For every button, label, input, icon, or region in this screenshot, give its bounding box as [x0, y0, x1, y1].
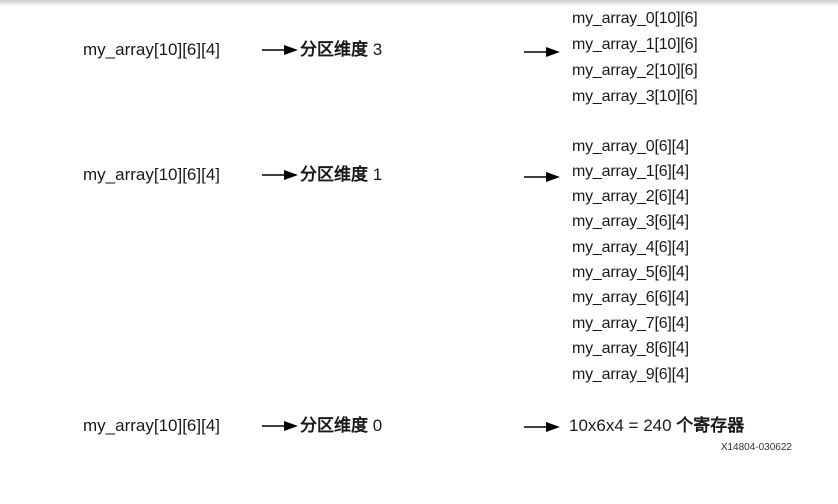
arrow-icon	[262, 421, 298, 431]
output-array: my_array_5[6][4]	[572, 264, 689, 281]
source-array: my_array[10][6][4]	[83, 40, 221, 59]
partition-label-text: 分区维度	[300, 416, 368, 436]
partition-label-text: 分区维度	[300, 165, 368, 185]
arrow-icon	[262, 170, 298, 180]
output-array: my_array_8[6][4]	[572, 340, 689, 357]
output-array: my_array_2[10][6]	[572, 62, 698, 79]
arrow-icon	[524, 422, 560, 432]
arrow-icon	[524, 172, 560, 182]
output-array: my_array_0[6][4]	[572, 138, 689, 155]
output-array: my_array_2[6][4]	[572, 188, 689, 205]
output-array: my_array_1[6][4]	[572, 163, 689, 180]
partition-label: 分区维度 1	[300, 165, 382, 185]
register-count: 10x6x4 = 240	[569, 416, 672, 435]
partition-dim-value: 1	[372, 165, 383, 184]
partition-label: 分区维度 0	[300, 416, 382, 436]
output-array: my_array_0[10][6]	[572, 10, 698, 27]
partition-label-text: 分区维度	[300, 40, 368, 60]
partition-label: 分区维度 3	[300, 40, 382, 60]
arrow-icon	[262, 45, 298, 55]
output-array: my_array_3[6][4]	[572, 213, 689, 230]
output-array: my_array_1[10][6]	[572, 36, 698, 53]
output-array: my_array_4[6][4]	[572, 239, 689, 256]
top-shadow-bar	[0, 0, 838, 6]
register-unit: 个寄存器	[676, 416, 745, 436]
partition-dim-value: 3	[372, 40, 383, 59]
register-result: 10x6x4 = 240 个寄存器	[569, 416, 744, 436]
output-array: my_array_7[6][4]	[572, 315, 689, 332]
output-array: my_array_9[6][4]	[572, 366, 689, 383]
source-array: my_array[10][6][4]	[83, 165, 221, 184]
figure-code: X14804-030622	[720, 442, 792, 453]
output-array: my_array_6[6][4]	[572, 289, 689, 306]
partition-dim-value: 0	[372, 416, 383, 435]
arrow-icon	[524, 47, 560, 57]
source-array: my_array[10][6][4]	[83, 416, 221, 435]
output-array: my_array_3[10][6]	[572, 88, 698, 105]
